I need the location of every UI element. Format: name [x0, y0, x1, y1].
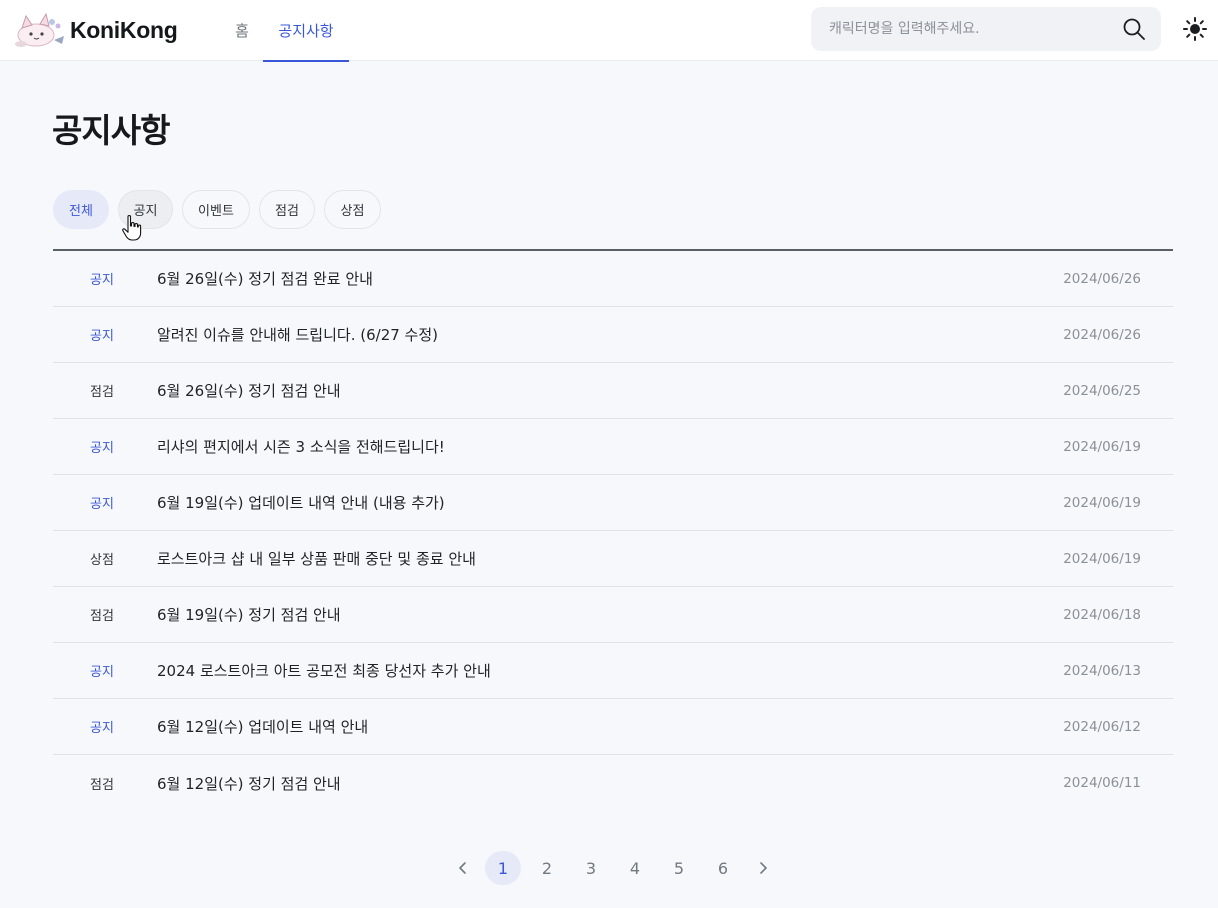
filter-chip-notice[interactable]: 공지	[118, 190, 173, 229]
notice-title[interactable]: 리샤의 편지에서 시즌 3 소식을 전해드립니다!	[157, 436, 445, 457]
notice-title[interactable]: 2024 로스트아크 아트 공모전 최종 당선자 추가 안내	[157, 660, 491, 681]
notice-title[interactable]: 6월 19일(수) 업데이트 내역 안내 (내용 추가)	[157, 492, 445, 513]
notice-category: 공지	[90, 497, 114, 512]
category-filter-bar: 전체 공지 이벤트 점검 상점	[53, 190, 390, 229]
nav-notices-active[interactable]: 공지사항	[263, 0, 349, 62]
chevron-left-icon	[459, 862, 466, 874]
notice-row[interactable]: 공지 리샤의 편지에서 시즌 3 소식을 전해드립니다! 2024/06/19	[53, 419, 1173, 475]
notice-title[interactable]: 6월 26일(수) 정기 점검 완료 안내	[157, 268, 373, 289]
notice-row[interactable]: 점검 6월 12일(수) 정기 점검 안내 2024/06/11	[53, 755, 1173, 811]
notice-date: 2024/06/19	[1063, 550, 1141, 567]
filter-chip-maintenance[interactable]: 점검	[259, 190, 315, 229]
page-button-1[interactable]: 1	[485, 851, 521, 885]
notice-category: 점검	[90, 777, 114, 793]
page-button-3[interactable]: 3	[573, 851, 609, 885]
notice-date: 2024/06/12	[1063, 718, 1141, 735]
page-button-6[interactable]: 6	[705, 851, 741, 885]
notice-date: 2024/06/11	[1063, 775, 1141, 791]
search-icon[interactable]	[1122, 17, 1146, 41]
pagination: 1 2 3 4 5 6	[449, 851, 785, 885]
sun-icon[interactable]	[1182, 16, 1208, 42]
page-title: 공지사항	[52, 111, 170, 150]
logo-text: KoniKong	[70, 16, 178, 43]
notice-title[interactable]: 로스트아크 샵 내 일부 상품 판매 중단 및 종료 안내	[157, 548, 476, 569]
notice-date: 2024/06/26	[1063, 326, 1141, 343]
notice-row[interactable]: 상점 로스트아크 샵 내 일부 상품 판매 중단 및 종료 안내 2024/06…	[53, 531, 1173, 587]
notice-category: 공지	[90, 665, 114, 680]
filter-chip-event[interactable]: 이벤트	[182, 190, 250, 229]
notice-category: 상점	[90, 553, 114, 568]
notice-title[interactable]: 6월 26일(수) 정기 점검 안내	[157, 380, 341, 401]
character-search-input[interactable]	[829, 7, 1119, 51]
search-box	[811, 7, 1161, 51]
top-header: KoniKong 홈 공지사항	[0, 0, 1218, 62]
notice-category: 공지	[90, 273, 114, 288]
notice-title[interactable]: 6월 12일(수) 정기 점검 안내	[157, 773, 341, 794]
next-page-button[interactable]	[749, 851, 777, 885]
notice-title[interactable]: 6월 19일(수) 정기 점검 안내	[157, 604, 341, 625]
notice-category: 공지	[90, 721, 114, 736]
notice-category: 공지	[90, 441, 114, 456]
chevron-right-icon	[760, 862, 767, 874]
notice-row[interactable]: 공지 2024 로스트아크 아트 공모전 최종 당선자 추가 안내 2024/0…	[53, 643, 1173, 699]
notice-category: 점검	[90, 385, 114, 400]
notice-date: 2024/06/18	[1063, 606, 1141, 623]
filter-chip-shop[interactable]: 상점	[324, 190, 381, 229]
notice-date: 2024/06/13	[1063, 662, 1141, 679]
page-button-2[interactable]: 2	[529, 851, 565, 885]
notice-list: 공지 6월 26일(수) 정기 점검 완료 안내 2024/06/26 공지 알…	[53, 249, 1173, 811]
notice-title[interactable]: 6월 12일(수) 업데이트 내역 안내	[157, 716, 368, 737]
logo-mascot-image	[15, 12, 64, 47]
notice-date: 2024/06/19	[1063, 438, 1141, 455]
notice-title[interactable]: 알려진 이슈를 안내해 드립니다. (6/27 수정)	[157, 324, 438, 345]
notice-date: 2024/06/25	[1063, 382, 1141, 399]
filter-chip-all[interactable]: 전체	[53, 190, 109, 229]
notice-category: 점검	[90, 609, 114, 624]
notice-row[interactable]: 공지 6월 12일(수) 업데이트 내역 안내 2024/06/12	[53, 699, 1173, 755]
prev-page-button[interactable]	[449, 851, 477, 885]
nav-home[interactable]: 홈	[226, 0, 258, 61]
page-button-5[interactable]: 5	[661, 851, 697, 885]
page-button-4[interactable]: 4	[617, 851, 653, 885]
notice-row[interactable]: 점검 6월 26일(수) 정기 점검 안내 2024/06/25	[53, 363, 1173, 419]
notice-row[interactable]: 점검 6월 19일(수) 정기 점검 안내 2024/06/18	[53, 587, 1173, 643]
notice-category: 공지	[90, 329, 114, 344]
notice-row[interactable]: 공지 알려진 이슈를 안내해 드립니다. (6/27 수정) 2024/06/2…	[53, 307, 1173, 363]
notice-date: 2024/06/19	[1063, 494, 1141, 511]
notice-row[interactable]: 공지 6월 26일(수) 정기 점검 완료 안내 2024/06/26	[53, 251, 1173, 307]
notice-date: 2024/06/26	[1063, 270, 1141, 287]
notice-row[interactable]: 공지 6월 19일(수) 업데이트 내역 안내 (내용 추가) 2024/06/…	[53, 475, 1173, 531]
logo-link[interactable]: KoniKong	[12, 8, 178, 52]
